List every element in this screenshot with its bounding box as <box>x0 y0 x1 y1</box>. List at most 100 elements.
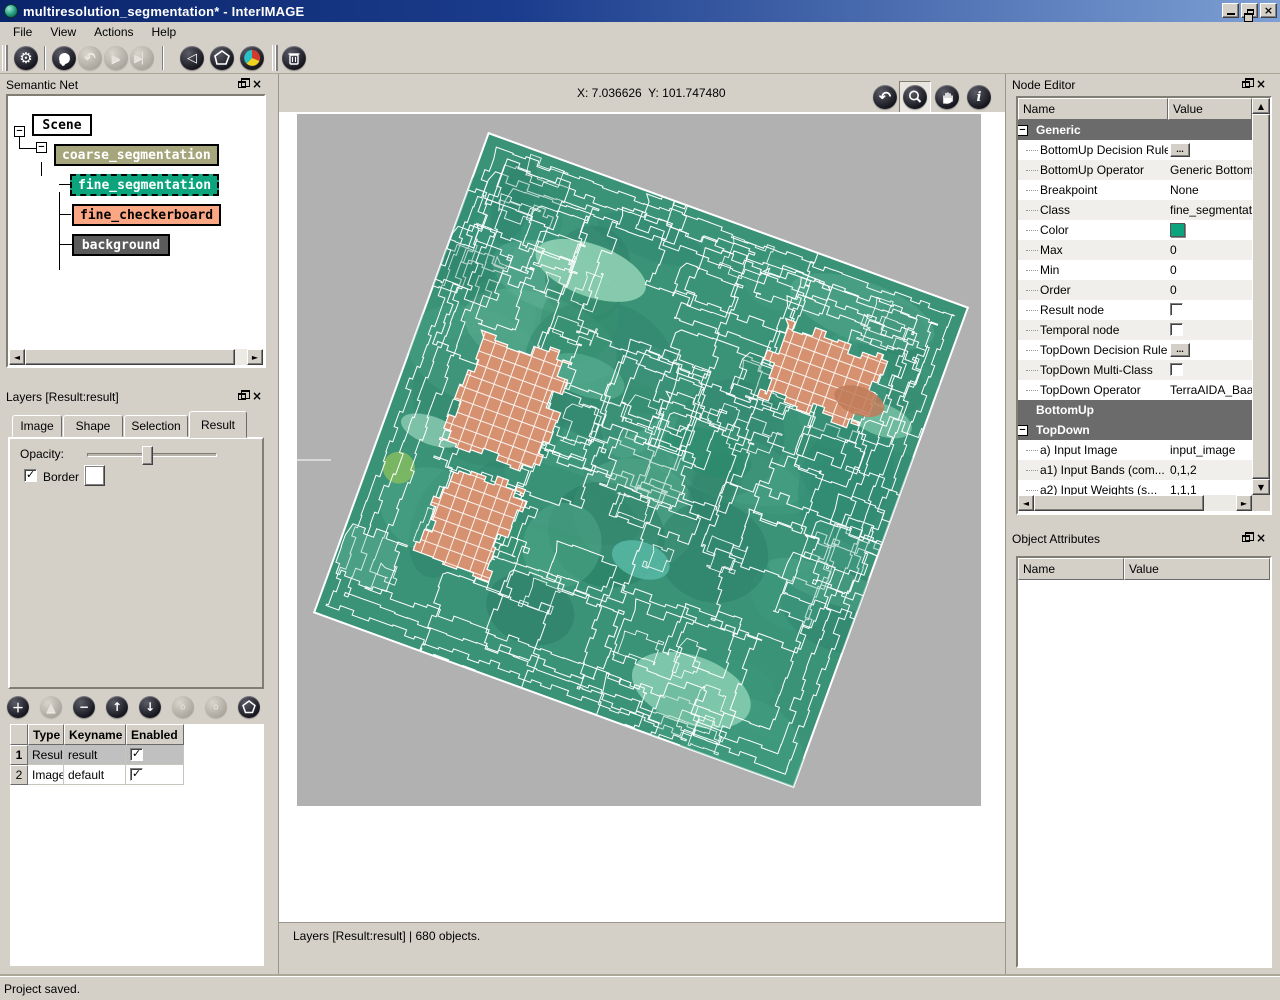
property-row[interactable]: Result node <box>1018 300 1252 320</box>
node-editor-title[interactable]: Node Editor × <box>1012 76 1272 94</box>
scrollbar-track[interactable] <box>1204 495 1236 511</box>
minimize-button[interactable] <box>1222 3 1239 18</box>
cell-type[interactable]: Result <box>28 745 64 765</box>
border-checkbox[interactable] <box>24 469 37 482</box>
property-row[interactable]: a) Input Imageinput_image <box>1018 440 1252 460</box>
semantic-node-coarse_segmentation[interactable]: coarse_segmentation <box>54 144 219 166</box>
property-row[interactable]: Classfine_segmentation <box>1018 200 1252 220</box>
node-editor-col-value[interactable]: Value <box>1168 98 1252 120</box>
layers-table[interactable]: TypeKeynameEnabled1Resultresult2Imagedef… <box>10 724 264 966</box>
float-icon[interactable] <box>1242 81 1250 88</box>
color-swatch[interactable] <box>1170 223 1185 237</box>
property-checkbox[interactable] <box>1170 363 1183 376</box>
row-header[interactable]: 1 <box>10 745 28 765</box>
semantic-node-background[interactable]: background <box>72 234 170 256</box>
title-bar[interactable]: multiresolution_segmentation* - InterIMA… <box>0 0 1280 22</box>
property-row[interactable]: Temporal node <box>1018 320 1252 340</box>
move-up-button[interactable]: ↑ <box>106 696 128 718</box>
polygon-button[interactable] <box>210 46 234 70</box>
enabled-checkbox[interactable] <box>130 748 143 761</box>
property-row[interactable]: Color <box>1018 220 1252 240</box>
zoom-tool-button[interactable] <box>903 85 927 109</box>
property-checkbox[interactable] <box>1170 303 1183 316</box>
cell-enabled[interactable] <box>126 765 184 785</box>
float-icon[interactable] <box>238 393 246 400</box>
property-value[interactable]: 0 <box>1170 240 1252 260</box>
remove-layer-button[interactable]: − <box>73 696 95 718</box>
property-row[interactable]: Order0 <box>1018 280 1252 300</box>
property-value[interactable]: Generic BottomUp <box>1170 160 1252 180</box>
property-value[interactable]: input_image <box>1170 440 1252 460</box>
tree-expander[interactable]: – <box>14 126 25 137</box>
ellipsis-button[interactable]: ... <box>1170 143 1190 157</box>
class-colors-button[interactable] <box>240 46 264 70</box>
menu-view[interactable]: View <box>41 23 85 41</box>
node-editor-table[interactable]: Name Value Generic–BottomUp Decision Rul… <box>1016 96 1272 515</box>
property-row[interactable]: TopDown OperatorTerraAIDA_Baatz <box>1018 380 1252 400</box>
tab-result[interactable]: Result <box>189 411 247 438</box>
semantic-net-canvas[interactable]: ––Scenecoarse_segmentationfine_segmentat… <box>6 94 266 368</box>
cell-type[interactable]: Image <box>28 765 64 785</box>
close-icon[interactable]: × <box>252 391 262 401</box>
property-row[interactable]: TopDown Multi-Class <box>1018 360 1252 380</box>
layers-panel-title[interactable]: Layers [Result:result] × <box>6 388 266 406</box>
menu-file[interactable]: File <box>4 23 41 41</box>
toolbar-handle[interactable] <box>2 45 8 71</box>
close-button[interactable]: × <box>1260 3 1277 18</box>
menu-actions[interactable]: Actions <box>85 23 142 41</box>
object-attributes-col-value[interactable]: Value <box>1124 558 1270 580</box>
menu-help[interactable]: Help <box>143 23 186 41</box>
scroll-left-button[interactable]: ◄ <box>9 349 25 365</box>
property-row[interactable]: BottomUp Decision Rule... <box>1018 140 1252 160</box>
layers-col-type[interactable]: Type <box>28 724 64 745</box>
float-icon[interactable] <box>1242 535 1250 542</box>
property-value[interactable]: fine_segmentation <box>1170 200 1252 220</box>
scroll-right-button[interactable]: ► <box>247 349 263 365</box>
ellipsis-button[interactable]: ... <box>1170 343 1190 357</box>
object-attributes-table[interactable]: Name Value <box>1016 556 1272 968</box>
property-value[interactable]: 0 <box>1170 260 1252 280</box>
property-row[interactable]: a1) Input Bands (com...0,1,2 <box>1018 460 1252 480</box>
scrollbar-thumb[interactable] <box>25 349 235 365</box>
scroll-down-button[interactable]: ▼ <box>1252 479 1270 495</box>
close-icon[interactable]: × <box>1256 79 1266 89</box>
scroll-up-button[interactable]: ▲ <box>1252 98 1270 114</box>
trash-button[interactable] <box>282 46 306 70</box>
group-BottomUp[interactable]: BottomUp <box>1018 400 1252 420</box>
tree-expander[interactable]: – <box>36 142 47 153</box>
cell-keyname[interactable]: result <box>64 745 126 765</box>
add-layer-button[interactable]: ＋ <box>7 696 29 718</box>
execute-button[interactable] <box>52 46 76 70</box>
shape-button[interactable] <box>238 696 260 718</box>
property-value[interactable]: None <box>1170 180 1252 200</box>
property-row[interactable]: a2) Input Weights (s...1,1,1 <box>1018 480 1252 495</box>
property-row[interactable]: Min0 <box>1018 260 1252 280</box>
opacity-slider-thumb[interactable] <box>142 446 153 465</box>
tab-image[interactable]: Image <box>12 415 62 437</box>
settings-button[interactable]: ⚙ <box>14 46 38 70</box>
pan-tool-button[interactable] <box>935 85 959 109</box>
property-row[interactable]: TopDown Decision Rule... <box>1018 340 1252 360</box>
close-icon[interactable]: × <box>1256 533 1266 543</box>
object-attributes-title[interactable]: Object Attributes × <box>1012 530 1272 548</box>
restore-button[interactable] <box>1241 3 1258 18</box>
float-icon[interactable] <box>238 81 246 88</box>
tab-shape[interactable]: Shape <box>63 415 123 437</box>
tree-expander[interactable]: – <box>1018 125 1028 136</box>
scroll-left-button[interactable]: ◄ <box>1018 495 1034 511</box>
semantic-node-Scene[interactable]: Scene <box>32 114 92 136</box>
semantic-node-fine_checkerboard[interactable]: fine_checkerboard <box>72 204 221 226</box>
tree-expander[interactable]: – <box>1018 425 1028 436</box>
enabled-checkbox[interactable] <box>130 768 143 781</box>
cell-enabled[interactable] <box>126 745 184 765</box>
semantic-net-title[interactable]: Semantic Net × <box>6 76 266 94</box>
property-value[interactable]: TerraAIDA_Baatz <box>1170 380 1252 400</box>
scrollbar-thumb[interactable] <box>1034 495 1204 511</box>
group-TopDown[interactable]: TopDown <box>1018 420 1252 440</box>
property-row[interactable]: Max0 <box>1018 240 1252 260</box>
map-canvas[interactable] <box>297 114 981 806</box>
move-down-button[interactable]: ↓ <box>139 696 161 718</box>
info-tool-button[interactable]: i <box>967 85 991 109</box>
tab-selection[interactable]: Selection <box>124 415 188 437</box>
scroll-right-button[interactable]: ► <box>1236 495 1252 511</box>
